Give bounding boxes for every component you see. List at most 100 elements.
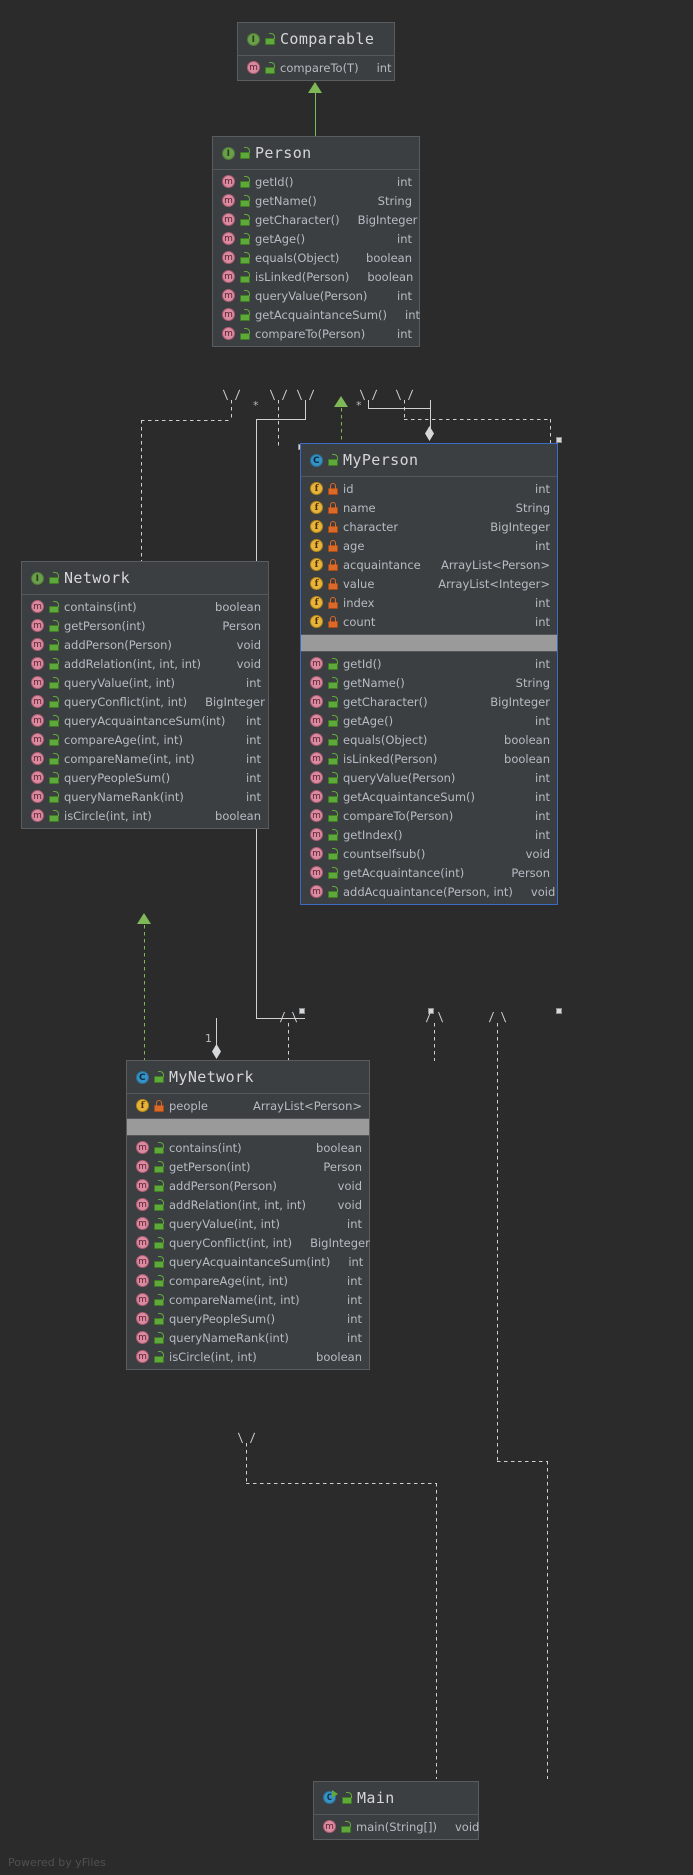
member-row[interactable]: compareName(int, int) int xyxy=(127,1290,369,1309)
edge-handle-myperson-bottomleft[interactable] xyxy=(299,1008,305,1014)
member-row[interactable]: contains(int) boolean xyxy=(127,1138,369,1157)
member-row[interactable]: queryAcquaintanceSum(int) int xyxy=(22,711,268,730)
member-row[interactable]: queryConflict(int, int) BigInteger xyxy=(22,692,268,711)
member-row[interactable]: isLinked(Person) boolean xyxy=(301,749,557,768)
lock-private-icon xyxy=(154,1099,164,1112)
method-icon xyxy=(136,1350,149,1364)
member-row[interactable]: addAcquaintance(Person, int) void xyxy=(301,882,557,901)
class-header-mynetwork[interactable]: MyNetwork xyxy=(127,1061,369,1094)
class-header-comparable[interactable]: Comparable xyxy=(238,23,394,56)
member-row[interactable]: addRelation(int, int, int) void xyxy=(127,1195,369,1214)
member-row[interactable]: equals(Object) boolean xyxy=(301,730,557,749)
uml-class-comparable[interactable]: Comparable compareTo(T) int xyxy=(237,22,395,81)
member-row[interactable]: id int xyxy=(301,479,557,498)
member-name: isCircle(int, int) xyxy=(64,808,152,823)
lock-public-icon xyxy=(240,308,250,321)
member-row[interactable]: getAge() int xyxy=(301,711,557,730)
uml-class-mynetwork[interactable]: MyNetwork people ArrayList<Person> contai… xyxy=(126,1060,370,1370)
member-row[interactable]: index int xyxy=(301,593,557,612)
lock-public-icon xyxy=(328,733,338,746)
member-row[interactable]: getCharacter() BigInteger xyxy=(213,210,419,229)
member-row[interactable]: getName() String xyxy=(301,673,557,692)
member-row[interactable]: compareName(int, int) int xyxy=(22,749,268,768)
uml-class-network[interactable]: Network contains(int) boolean getPerson(in… xyxy=(21,561,269,829)
member-row[interactable]: getCharacter() BigInteger xyxy=(301,692,557,711)
uml-class-myperson[interactable]: MyPerson id int name String character BigInte… xyxy=(300,443,558,905)
class-header-main[interactable]: Main xyxy=(314,1782,478,1815)
member-row[interactable]: contains(int) boolean xyxy=(22,597,268,616)
class-header-myperson[interactable]: MyPerson xyxy=(301,444,557,477)
edge-main-myperson-v1 xyxy=(497,1023,498,1461)
method-icon xyxy=(31,600,44,614)
methods-section-myperson: getId() int getName() String getCharacter() B… xyxy=(301,652,557,904)
member-row[interactable]: compareAge(int, int) int xyxy=(22,730,268,749)
member-type: int xyxy=(535,481,550,496)
member-row[interactable]: people ArrayList<Person> xyxy=(127,1096,369,1115)
uml-diagram-canvas[interactable]: * * 1 I Comparable m compareTo(T) int I … xyxy=(0,0,693,1875)
member-row[interactable]: getAcquaintance(int) Person xyxy=(301,863,557,882)
member-row[interactable]: queryPeopleSum() int xyxy=(127,1309,369,1328)
member-row[interactable]: queryConflict(int, int) BigInteger xyxy=(127,1233,370,1252)
member-row[interactable]: queryValue(int, int) int xyxy=(22,673,268,692)
member-name: countselfsub() xyxy=(343,846,426,861)
member-row[interactable]: acquaintance ArrayList<Person> xyxy=(301,555,557,574)
method-icon xyxy=(222,194,235,208)
member-row[interactable]: isCircle(int, int) boolean xyxy=(127,1347,369,1366)
member-row[interactable]: isCircle(int, int) boolean xyxy=(22,806,268,825)
member-row[interactable]: name String xyxy=(301,498,557,517)
member-type: int xyxy=(535,827,550,842)
member-type: void xyxy=(525,846,550,861)
member-row[interactable]: age int xyxy=(301,536,557,555)
fields-section-mynetwork: people ArrayList<Person> xyxy=(127,1094,369,1118)
member-row[interactable]: compareTo(T) int xyxy=(238,58,394,77)
member-row[interactable]: queryValue(int, int) int xyxy=(127,1214,369,1233)
member-row[interactable]: queryPeopleSum() int xyxy=(22,768,268,787)
member-type: boolean xyxy=(366,250,412,265)
member-row[interactable]: value ArrayList<Integer> xyxy=(301,574,557,593)
member-row[interactable]: getIndex() int xyxy=(301,825,557,844)
member-name: getAge() xyxy=(255,231,306,246)
member-row[interactable]: compareTo(Person) int xyxy=(213,324,419,343)
member-row[interactable]: queryNameRank(int) int xyxy=(22,787,268,806)
member-row[interactable]: getAcquaintanceSum() int xyxy=(213,305,420,324)
member-row[interactable]: addRelation(int, int, int) void xyxy=(22,654,268,673)
class-header-network[interactable]: Network xyxy=(22,562,268,595)
member-row[interactable]: main(String[]) void xyxy=(314,1817,479,1836)
member-row[interactable]: addPerson(Person) void xyxy=(22,635,268,654)
member-row[interactable]: getId() int xyxy=(213,172,419,191)
method-icon xyxy=(136,1179,149,1193)
member-row[interactable]: queryAcquaintanceSum(int) int xyxy=(127,1252,369,1271)
member-row[interactable]: queryValue(Person) int xyxy=(301,768,557,787)
method-icon xyxy=(31,638,44,652)
member-row[interactable]: character BigInteger xyxy=(301,517,557,536)
method-icon xyxy=(136,1160,149,1174)
member-name: index xyxy=(343,595,375,610)
lock-private-icon xyxy=(328,615,338,628)
member-row[interactable]: getPerson(int) Person xyxy=(127,1157,369,1176)
member-row[interactable]: queryNameRank(int) int xyxy=(127,1328,369,1347)
edge-handle-myperson-bottomright[interactable] xyxy=(556,1008,562,1014)
lock-public-icon xyxy=(240,289,250,302)
method-icon xyxy=(310,885,323,899)
member-row[interactable]: getAge() int xyxy=(213,229,419,248)
lock-public-icon xyxy=(328,885,338,898)
member-row[interactable]: queryValue(Person) int xyxy=(213,286,419,305)
uml-class-person[interactable]: Person getId() int getName() String getChara… xyxy=(212,136,420,347)
member-row[interactable]: compareAge(int, int) int xyxy=(127,1271,369,1290)
member-row[interactable]: getAcquaintanceSum() int xyxy=(301,787,557,806)
method-icon xyxy=(310,790,323,804)
member-row[interactable]: getName() String xyxy=(213,191,419,210)
uml-class-main[interactable]: Main main(String[]) void xyxy=(313,1781,479,1840)
member-row[interactable]: count int xyxy=(301,612,557,631)
class-header-person[interactable]: Person xyxy=(213,137,419,170)
member-row[interactable]: countselfsub() void xyxy=(301,844,557,863)
edge-right-dep-v2 xyxy=(550,419,551,443)
member-row[interactable]: getPerson(int) Person xyxy=(22,616,268,635)
member-row[interactable]: compareTo(Person) int xyxy=(301,806,557,825)
member-row[interactable]: addPerson(Person) void xyxy=(127,1176,369,1195)
member-row[interactable]: getId() int xyxy=(301,654,557,673)
member-type: boolean xyxy=(367,269,414,284)
member-row[interactable]: isLinked(Person) boolean xyxy=(213,267,419,286)
member-name: getAcquaintanceSum() xyxy=(343,789,475,804)
member-row[interactable]: equals(Object) boolean xyxy=(213,248,419,267)
